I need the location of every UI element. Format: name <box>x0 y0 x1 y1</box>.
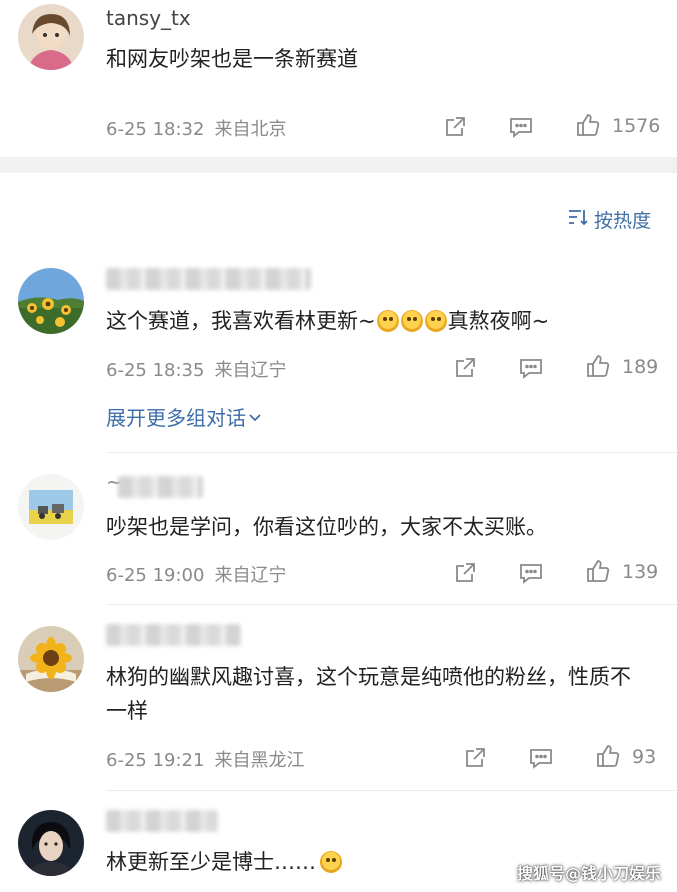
section-divider <box>0 157 677 173</box>
like-count: 93 <box>632 746 657 768</box>
username-redacted <box>106 810 218 832</box>
username-redacted <box>118 476 203 498</box>
avatar[interactable] <box>18 4 84 70</box>
comment-date: 6-25 18:35 <box>106 360 205 381</box>
comment-location: 来自北京 <box>214 119 287 140</box>
comment-icon[interactable] <box>518 355 544 381</box>
comment-text: 这个赛道，我喜欢看林更新~ 真熬夜啊~ <box>106 309 550 333</box>
comment-date: 6-25 19:21 <box>106 750 205 771</box>
comment-meta: 6-25 19:00 来自辽宁 <box>106 561 286 587</box>
comment-icon[interactable] <box>518 560 544 586</box>
comment-text: 和网友吵架也是一条新赛道 <box>106 47 358 71</box>
comment-text: 林狗的幽默风趣讨喜，这个玩意是纯喷他的粉丝，性质不一样 <box>106 665 631 723</box>
like-icon[interactable] <box>595 743 621 769</box>
row-divider <box>106 452 677 453</box>
row-divider <box>106 604 677 605</box>
comment-meta: 6-25 18:32 来自北京 <box>106 115 286 141</box>
avatar[interactable] <box>18 268 84 334</box>
comment-meta: 6-25 18:35 来自辽宁 <box>106 356 286 382</box>
comment-date: 6-25 19:00 <box>106 565 205 586</box>
share-icon[interactable] <box>452 560 478 586</box>
like-count: 1576 <box>612 115 661 137</box>
watermark: 搜狐号@钱小刀娱乐 <box>516 864 661 883</box>
like-icon[interactable] <box>575 112 601 138</box>
username-redacted <box>106 624 241 646</box>
comment-location: 来自辽宁 <box>214 360 287 381</box>
share-icon[interactable] <box>452 355 478 381</box>
expand-conversation-link[interactable]: 展开更多组对话 <box>106 402 262 431</box>
sort-label: 按热度 <box>593 210 651 232</box>
comment-location: 来自黑龙江 <box>214 750 305 771</box>
comment-icon[interactable] <box>528 745 554 771</box>
emoji-icon <box>376 310 399 332</box>
comment-text: 吵架也是学问，你看这位吵的，大家不太买账。 <box>106 515 547 539</box>
comment-icon[interactable] <box>508 114 534 140</box>
comment-date: 6-25 18:32 <box>106 119 205 140</box>
comment-meta: 6-25 19:21 来自黑龙江 <box>106 746 304 772</box>
emoji-icon <box>424 310 447 332</box>
share-icon[interactable] <box>442 114 468 140</box>
like-icon[interactable] <box>585 353 611 379</box>
avatar[interactable] <box>18 474 84 540</box>
share-icon[interactable] <box>462 745 488 771</box>
emoji-icon <box>400 310 423 332</box>
emoji-icon <box>320 851 342 873</box>
comment-location: 来自辽宁 <box>214 565 287 586</box>
sort-icon <box>568 208 588 231</box>
avatar[interactable] <box>18 810 84 876</box>
username[interactable]: tansy_tx <box>106 6 191 30</box>
like-icon[interactable] <box>585 558 611 584</box>
like-count: 139 <box>622 561 659 583</box>
row-divider <box>106 790 677 791</box>
sort-by-heat-button[interactable]: 按热度 <box>568 206 651 233</box>
avatar[interactable] <box>18 626 84 692</box>
chevron-down-icon <box>248 404 262 428</box>
username-redacted <box>106 268 311 290</box>
like-count: 189 <box>622 356 659 378</box>
